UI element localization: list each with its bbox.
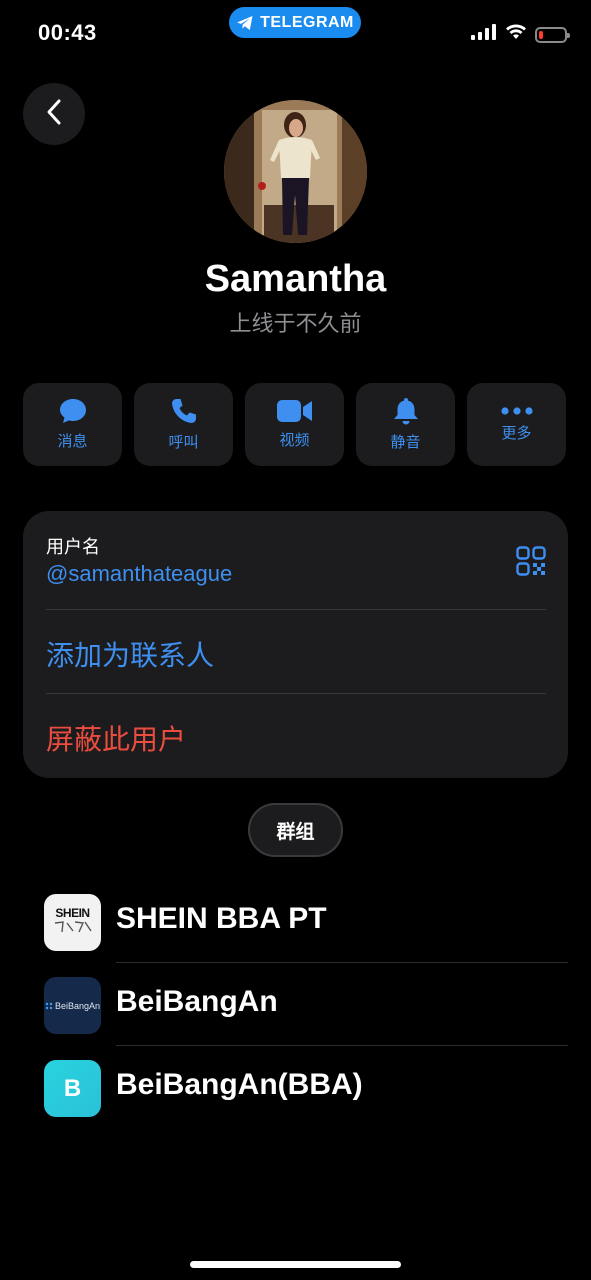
username-label: 用户名 [46,537,100,557]
message-button-label: 消息 [57,433,88,450]
telegram-pill[interactable]: TELEGRAM [229,7,361,38]
beibangan-logo-text: BeiBangAn [54,1000,101,1011]
group-name: SHEIN BBA PT [116,902,327,935]
mute-button-label: 静音 [390,434,421,451]
avatar-photo [224,100,367,243]
phone-icon [170,397,198,425]
username-value[interactable]: @samanthateague [46,561,232,587]
more-button-label: 更多 [501,425,532,442]
beibangan-group-avatar: BeiBangAn [44,977,101,1034]
avatar[interactable] [224,100,367,243]
shein-logo-text: SHEIN [55,905,90,920]
block-user-button[interactable]: 屏蔽此用户 [46,718,186,758]
back-button[interactable] [23,83,85,145]
home-indicator[interactable] [190,1261,401,1268]
beibangan-bba-group-avatar: B [44,1060,101,1117]
more-button[interactable]: 更多 [467,383,566,466]
call-button-label: 呼叫 [168,434,199,451]
groups-tab[interactable]: 群组 [248,803,343,857]
group-item-beibangan-bba[interactable]: B BeiBangAn(BBA) [0,1046,591,1129]
video-button-label: 视频 [279,432,310,449]
beibangan-logo-mark [45,1002,53,1009]
call-button[interactable]: 呼叫 [134,383,233,466]
more-icon [500,406,533,416]
add-contact-button[interactable]: 添加为联系人 [46,634,214,674]
status-icons [471,24,570,45]
status-time: 00:43 [38,20,97,45]
qr-code-icon[interactable] [516,546,546,581]
shein-logo-art [54,920,92,932]
battery-level [539,30,543,39]
bell-icon [393,397,419,425]
group-name: BeiBangAn [116,985,278,1018]
profile-status: 上线于不久前 [229,311,362,336]
battery-icon [535,26,570,43]
action-row: 消息 呼叫 视频 静音 更多 [23,383,568,466]
video-button[interactable]: 视频 [245,383,344,466]
chevron-left-icon [45,98,63,131]
divider [46,609,546,610]
wifi-icon [505,24,527,45]
divider [46,693,546,694]
profile-name: Samantha [204,258,387,300]
group-item-beibangan[interactable]: BeiBangAn BeiBangAn [0,963,591,1046]
group-name: BeiBangAn(BBA) [116,1068,363,1101]
message-icon [59,398,87,424]
telegram-icon [236,15,254,31]
group-item-shein-bba-pt[interactable]: SHEIN SHEIN BBA PT [0,880,591,963]
info-card: 用户名 @samanthateague 添加为联系人 屏蔽此用户 [23,511,568,778]
mute-button[interactable]: 静音 [356,383,455,466]
beibangan-bba-logo-text: B [63,1074,82,1102]
message-button[interactable]: 消息 [23,383,122,466]
telegram-pill-label: TELEGRAM [260,13,354,31]
signal-icon [471,24,497,45]
shein-group-avatar: SHEIN [44,894,101,951]
group-list: SHEIN SHEIN BBA PT BeiBangAn BeiBangAn B… [0,880,591,1129]
video-icon [276,399,313,423]
